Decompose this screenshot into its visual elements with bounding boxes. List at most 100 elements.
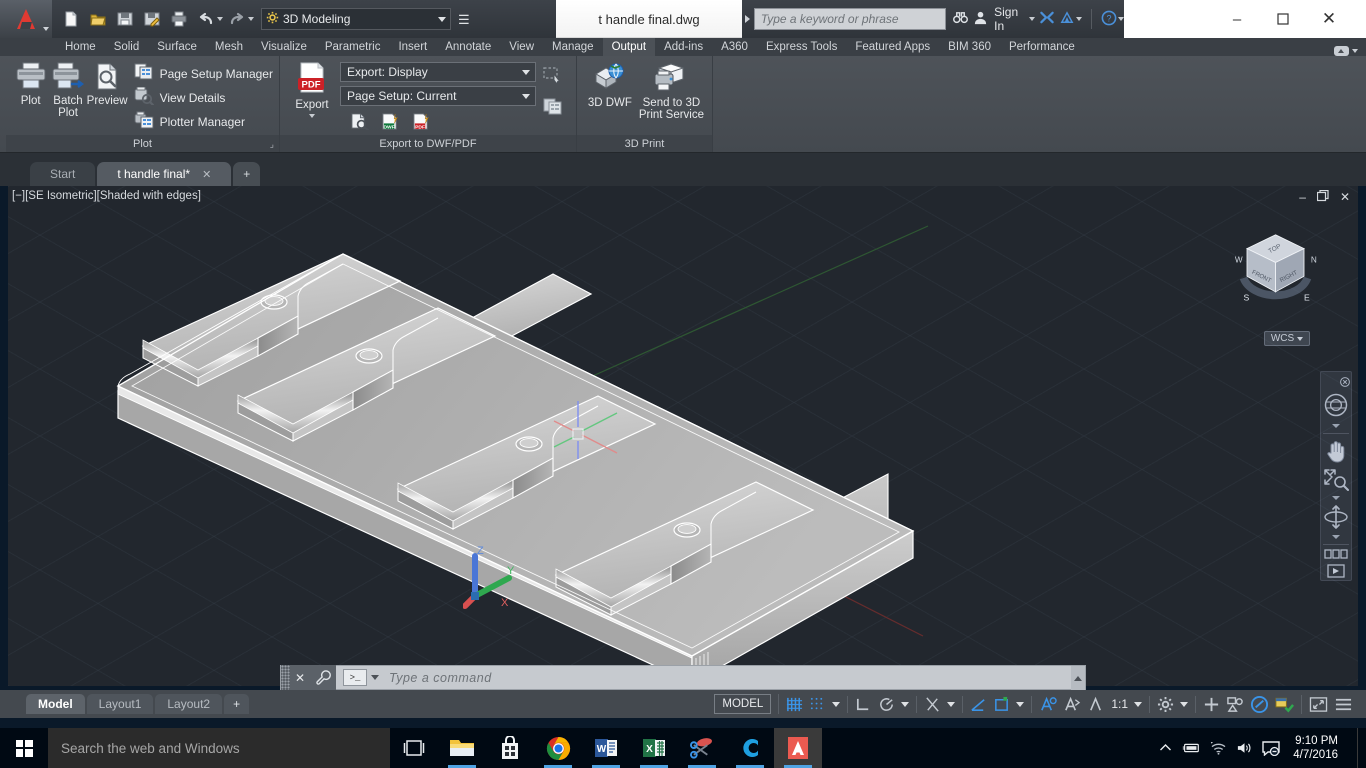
chevron-down-icon[interactable] (248, 17, 254, 21)
plot-icon[interactable] (166, 6, 192, 32)
battery-icon[interactable] (1181, 742, 1201, 754)
clean-screen-icon[interactable] (1309, 696, 1328, 713)
chevron-down-icon[interactable] (1029, 17, 1036, 21)
showmotion-icon[interactable] (1321, 548, 1351, 563)
object-snap-icon[interactable] (970, 696, 987, 713)
minimize-button[interactable]: – (1214, 4, 1260, 34)
taskbar-clock[interactable]: 9:10 PM 4/7/2016 (1289, 734, 1348, 762)
close-icon[interactable]: ✕ (202, 168, 211, 181)
command-input[interactable]: Type a command (389, 671, 1085, 685)
windows-store-icon[interactable] (486, 728, 534, 768)
chevron-down-icon[interactable] (1134, 701, 1142, 707)
hardware-acceleration-icon[interactable] (1250, 695, 1269, 714)
customize-icon[interactable] (310, 665, 336, 690)
chevron-down-icon[interactable] (371, 675, 379, 680)
creo-icon[interactable] (726, 728, 774, 768)
ribbon-tab-home[interactable]: Home (56, 38, 105, 56)
isolate-objects-icon[interactable] (1226, 696, 1244, 713)
chevron-down-icon[interactable] (438, 17, 446, 22)
panel-dialog-launcher-icon[interactable]: ⌟ (270, 139, 274, 150)
object-snap-tracking-icon[interactable] (924, 696, 941, 713)
export-dwf-icon[interactable]: DWF (379, 110, 401, 132)
file-tab-start[interactable]: Start (30, 162, 96, 186)
preview-button[interactable]: Preview (87, 60, 128, 107)
command-history-scroll[interactable] (1071, 666, 1085, 691)
polar-tracking-icon[interactable] (878, 696, 895, 713)
chevron-down-icon[interactable] (832, 701, 841, 707)
sign-in-button[interactable]: Sign In (994, 5, 1028, 33)
isometric-drafting-icon[interactable] (993, 696, 1010, 713)
export-window-icon[interactable] (542, 64, 564, 86)
ribbon-tab-performance[interactable]: Performance (1000, 38, 1084, 56)
orbit-icon[interactable] (1321, 502, 1351, 533)
3d-solid-model[interactable] (8, 186, 1358, 686)
ribbon-tab-insert[interactable]: Insert (389, 38, 436, 56)
ribbon-tab-annotate[interactable]: Annotate (436, 38, 500, 56)
redo-icon[interactable] (224, 6, 250, 32)
volume-icon[interactable] (1236, 741, 1253, 755)
drawing-viewport[interactable]: [−][SE Isometric][Shaded with edges] – ✕ (8, 186, 1358, 686)
show-desktop-button[interactable] (1357, 728, 1362, 768)
exchange-apps-icon[interactable] (1039, 10, 1055, 28)
ribbon-tab-solid[interactable]: Solid (105, 38, 149, 56)
ribbon-tab-view[interactable]: View (500, 38, 543, 56)
snipping-tool-icon[interactable] (678, 728, 726, 768)
new-icon[interactable] (58, 6, 84, 32)
ribbon-tab-featured-apps[interactable]: Featured Apps (846, 38, 939, 56)
customization-menu-icon[interactable] (1334, 696, 1353, 713)
autodesk-a360-icon[interactable] (1059, 10, 1075, 28)
chevron-down-icon[interactable] (947, 701, 956, 707)
ribbon-tab-visualize[interactable]: Visualize (252, 38, 316, 56)
close-button[interactable]: ✕ (1306, 4, 1352, 34)
wifi-icon[interactable] (1210, 741, 1227, 755)
annotation-visibility-icon[interactable] (1039, 696, 1058, 713)
search-input[interactable]: Type a keyword or phrase (753, 8, 947, 30)
model-paper-space-toggle[interactable]: MODEL (714, 694, 772, 714)
isolate-check-icon[interactable] (1275, 695, 1294, 713)
file-tab-t-handle-final[interactable]: t handle final* ✕ (97, 162, 232, 186)
close-icon[interactable]: ✕ (290, 665, 310, 690)
pan-hand-icon[interactable] (1321, 437, 1351, 466)
open-icon[interactable] (85, 6, 111, 32)
customization-plus-icon[interactable] (1203, 696, 1220, 713)
export-button[interactable]: PDF Export (286, 60, 338, 118)
microsoft-word-icon[interactable]: W (582, 728, 630, 768)
file-explorer-icon[interactable] (438, 728, 486, 768)
view-details-button[interactable]: View Details (134, 86, 273, 110)
chevron-down-icon[interactable] (1076, 17, 1083, 21)
qat-more-button[interactable]: ☰ (458, 13, 470, 26)
plotter-manager-button[interactable]: Plotter Manager (134, 110, 273, 134)
infocenter-expand-button[interactable] (742, 0, 754, 38)
steering-wheel-icon[interactable] (1321, 387, 1351, 421)
chevron-down-icon[interactable] (309, 114, 315, 118)
showmotion-play-icon[interactable] (1321, 563, 1351, 580)
application-menu-button[interactable] (0, 0, 52, 38)
ortho-icon[interactable] (855, 696, 872, 713)
google-chrome-icon[interactable] (534, 728, 582, 768)
search-binoculars-icon[interactable] (952, 10, 969, 28)
plot-button[interactable]: Plot (12, 60, 49, 107)
workspace-switch-icon[interactable] (1157, 696, 1174, 713)
layout-tab-model[interactable]: Model (26, 694, 85, 714)
preview-small-icon[interactable] (348, 110, 370, 132)
new-file-tab-button[interactable]: + (233, 162, 261, 186)
page-setup-combo[interactable]: Page Setup: Current (340, 86, 536, 106)
annotation-autoscale-icon[interactable] (1063, 696, 1081, 713)
microsoft-excel-icon[interactable]: X (630, 728, 678, 768)
ribbon-tab-output[interactable]: Output (602, 38, 656, 56)
wcs-selector[interactable]: WCS (1264, 331, 1310, 346)
chevron-down-icon[interactable] (1180, 701, 1188, 707)
command-line-grip[interactable] (281, 665, 290, 690)
command-prompt-icon[interactable]: >_ (343, 669, 367, 686)
batch-plot-button[interactable]: Batch Plot (49, 60, 86, 119)
chevron-down-icon[interactable] (1332, 423, 1340, 428)
chevron-down-icon[interactable] (217, 17, 223, 21)
annotation-scale-lock-icon[interactable] (1087, 696, 1105, 713)
save-as-icon[interactable] (139, 6, 165, 32)
workspace-selector[interactable]: 3D Modeling (261, 8, 451, 30)
maximize-button[interactable] (1260, 4, 1306, 34)
ribbon-minimize-control[interactable] (1334, 46, 1358, 56)
ribbon-tab-express-tools[interactable]: Express Tools (757, 38, 846, 56)
chevron-down-icon[interactable] (1016, 701, 1025, 707)
ribbon-tab-mesh[interactable]: Mesh (206, 38, 252, 56)
